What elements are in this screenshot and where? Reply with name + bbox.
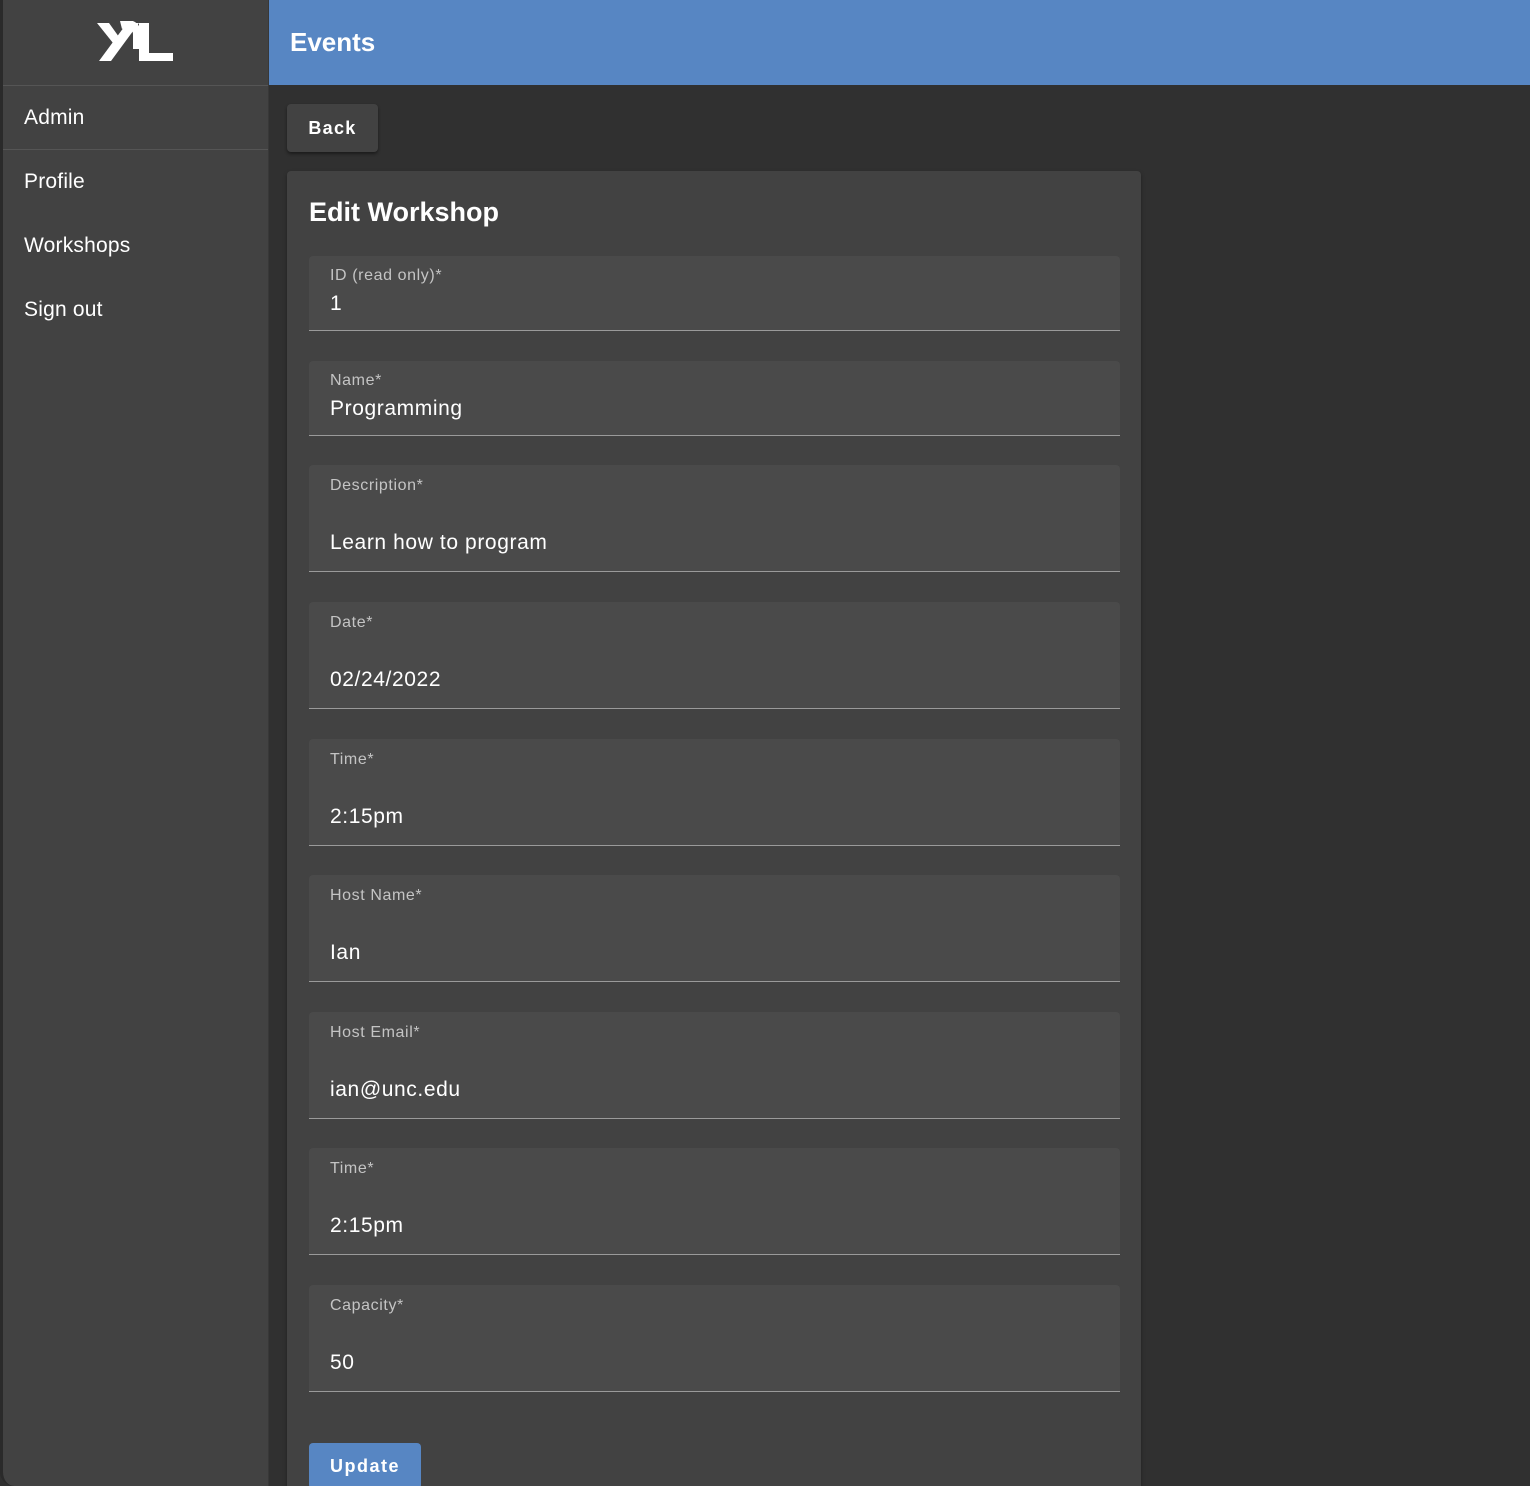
capacity-field[interactable]: Capacity* 50 [309,1285,1120,1392]
field-label: Time* [330,1160,375,1177]
field-label: Name* [330,372,382,389]
description-field[interactable]: Description* Learn how to program [309,465,1120,572]
back-button[interactable]: Back [287,104,378,152]
name-field[interactable]: Name* Programming [309,361,1120,436]
sidebar-item-sign-out[interactable]: Sign out [3,278,268,342]
id-field: ID (read only)* 1 [309,256,1120,331]
sidebar-item-profile[interactable]: Profile [3,150,268,214]
sidebar: Admin Profile Workshops Sign out [0,0,269,1486]
logo[interactable] [3,0,268,86]
edit-workshop-card: Edit Workshop ID (read only)* 1 Name* Pr… [287,171,1141,1486]
sidebar-item-workshops[interactable]: Workshops [3,214,268,278]
time-input-2[interactable]: 2:15pm [330,1214,404,1238]
time-field[interactable]: Time* 2:15pm [309,739,1120,846]
capacity-input[interactable]: 50 [330,1351,355,1375]
date-field[interactable]: Date* 02/24/2022 [309,602,1120,709]
sidebar-item-admin[interactable]: Admin [3,86,268,150]
field-label: ID (read only)* [330,267,443,284]
xl-logo-icon [96,20,173,61]
field-label: Capacity* [330,1297,404,1314]
date-input[interactable]: 02/24/2022 [330,668,441,692]
name-input[interactable]: Programming [330,397,463,421]
field-label: Host Name* [330,887,423,904]
field-label: Description* [330,477,424,494]
field-label: Time* [330,751,375,768]
time-input[interactable]: 2:15pm [330,805,404,829]
description-input[interactable]: Learn how to program [330,531,547,555]
id-value: 1 [330,292,343,315]
host-name-input[interactable]: Ian [330,941,361,965]
header-bar: Events [269,0,1530,85]
form-title: Edit Workshop [309,197,500,227]
field-label: Date* [330,614,374,631]
field-label: Host Email* [330,1024,421,1041]
update-button[interactable]: Update [309,1443,421,1486]
host-email-field[interactable]: Host Email* ian@unc.edu [309,1012,1120,1119]
time-field-2[interactable]: Time* 2:15pm [309,1148,1120,1255]
page-title: Events [290,27,376,57]
host-name-field[interactable]: Host Name* Ian [309,875,1120,982]
host-email-input[interactable]: ian@unc.edu [330,1078,461,1102]
